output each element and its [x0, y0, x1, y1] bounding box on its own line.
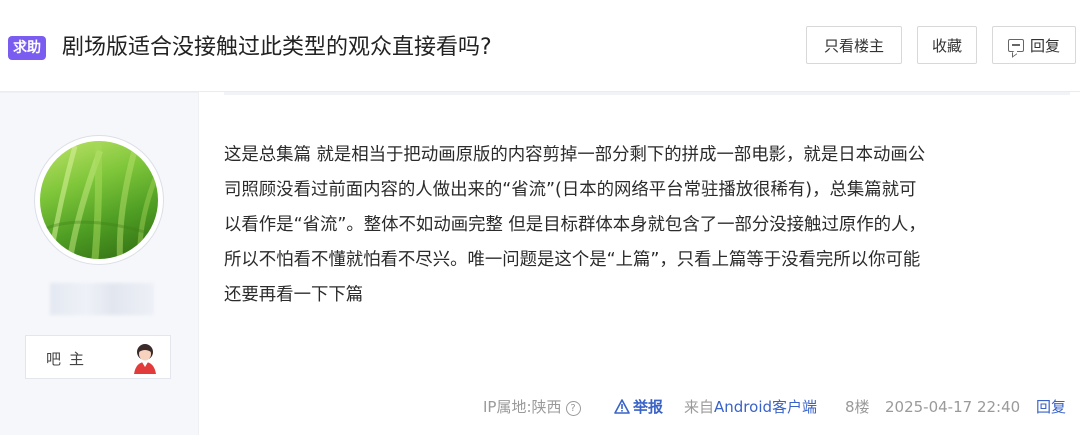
floor-number: 8楼 [845, 398, 870, 416]
post-page: 求助 剧场版适合没接触过此类型的观众直接看吗? 只看楼主 收藏 回复 吧主 这是… [0, 0, 1080, 435]
post-body: 这是总集篇 就是相当于把动画原版的内容剪掉一部分剩下的拼成一部电影，就是日本动画… [224, 138, 1064, 313]
reply-label: 回复 [1029, 37, 1060, 55]
reply-button[interactable]: 回复 [992, 26, 1076, 64]
post-line: 所以不怕看不懂就怕看不尽兴。唯一问题是这个是“上篇”，只看上篇等于没看完所以你可… [224, 250, 921, 270]
post-line: 司照顾没看过前面内容的人做出来的“省流”(日本的网络平台常驻播放很稀有)，总集篇… [224, 180, 917, 200]
source-prefix: 来自 [684, 398, 715, 416]
content-topline [224, 92, 1070, 95]
post-header: 求助 剧场版适合没接触过此类型的观众直接看吗? 只看楼主 收藏 回复 [0, 0, 1080, 92]
report-link[interactable]: 举报 [614, 396, 663, 418]
post-time: 2025-04-17 22:40 [885, 398, 1021, 416]
post-source: 来自Android客户端 [684, 396, 817, 418]
author-panel-topline [0, 92, 198, 93]
report-label: 举报 [633, 398, 664, 416]
avatar-image [40, 141, 158, 259]
question-circle-icon[interactable]: ? [565, 401, 581, 416]
reply-link[interactable]: 回复 [1036, 396, 1066, 418]
author-rank-badge: 吧主 [25, 335, 171, 379]
author-username-blurred[interactable] [50, 283, 154, 315]
help-tag-badge: 求助 [8, 36, 46, 60]
only-op-label: 只看楼主 [823, 37, 884, 55]
post-line: 还要再看一下下篇 [224, 285, 364, 305]
post-line: 以看作是“省流”。整体不如动画完整 但是目标群体本身就包含了一部分没接触过原作的… [224, 215, 926, 235]
content-divider [198, 92, 199, 435]
only-op-button[interactable]: 只看楼主 [806, 26, 902, 64]
admin-avatar-icon [134, 344, 156, 374]
comment-icon [1007, 39, 1024, 52]
post-title: 剧场版适合没接触过此类型的观众直接看吗? [62, 35, 492, 60]
grass-illustration [40, 141, 158, 259]
author-avatar[interactable] [34, 135, 164, 265]
source-client-link[interactable]: Android客户端 [714, 398, 817, 416]
ip-location: IP属地:陕西? [483, 396, 581, 418]
collect-button[interactable]: 收藏 [917, 26, 977, 64]
collect-label: 收藏 [931, 37, 962, 55]
ip-location-text: IP属地:陕西 [483, 398, 562, 416]
post-line: 这是总集篇 就是相当于把动画原版的内容剪掉一部分剩下的拼成一部电影，就是日本动画… [224, 145, 926, 165]
warning-icon [614, 399, 630, 414]
rank-label: 吧主 [46, 350, 93, 368]
